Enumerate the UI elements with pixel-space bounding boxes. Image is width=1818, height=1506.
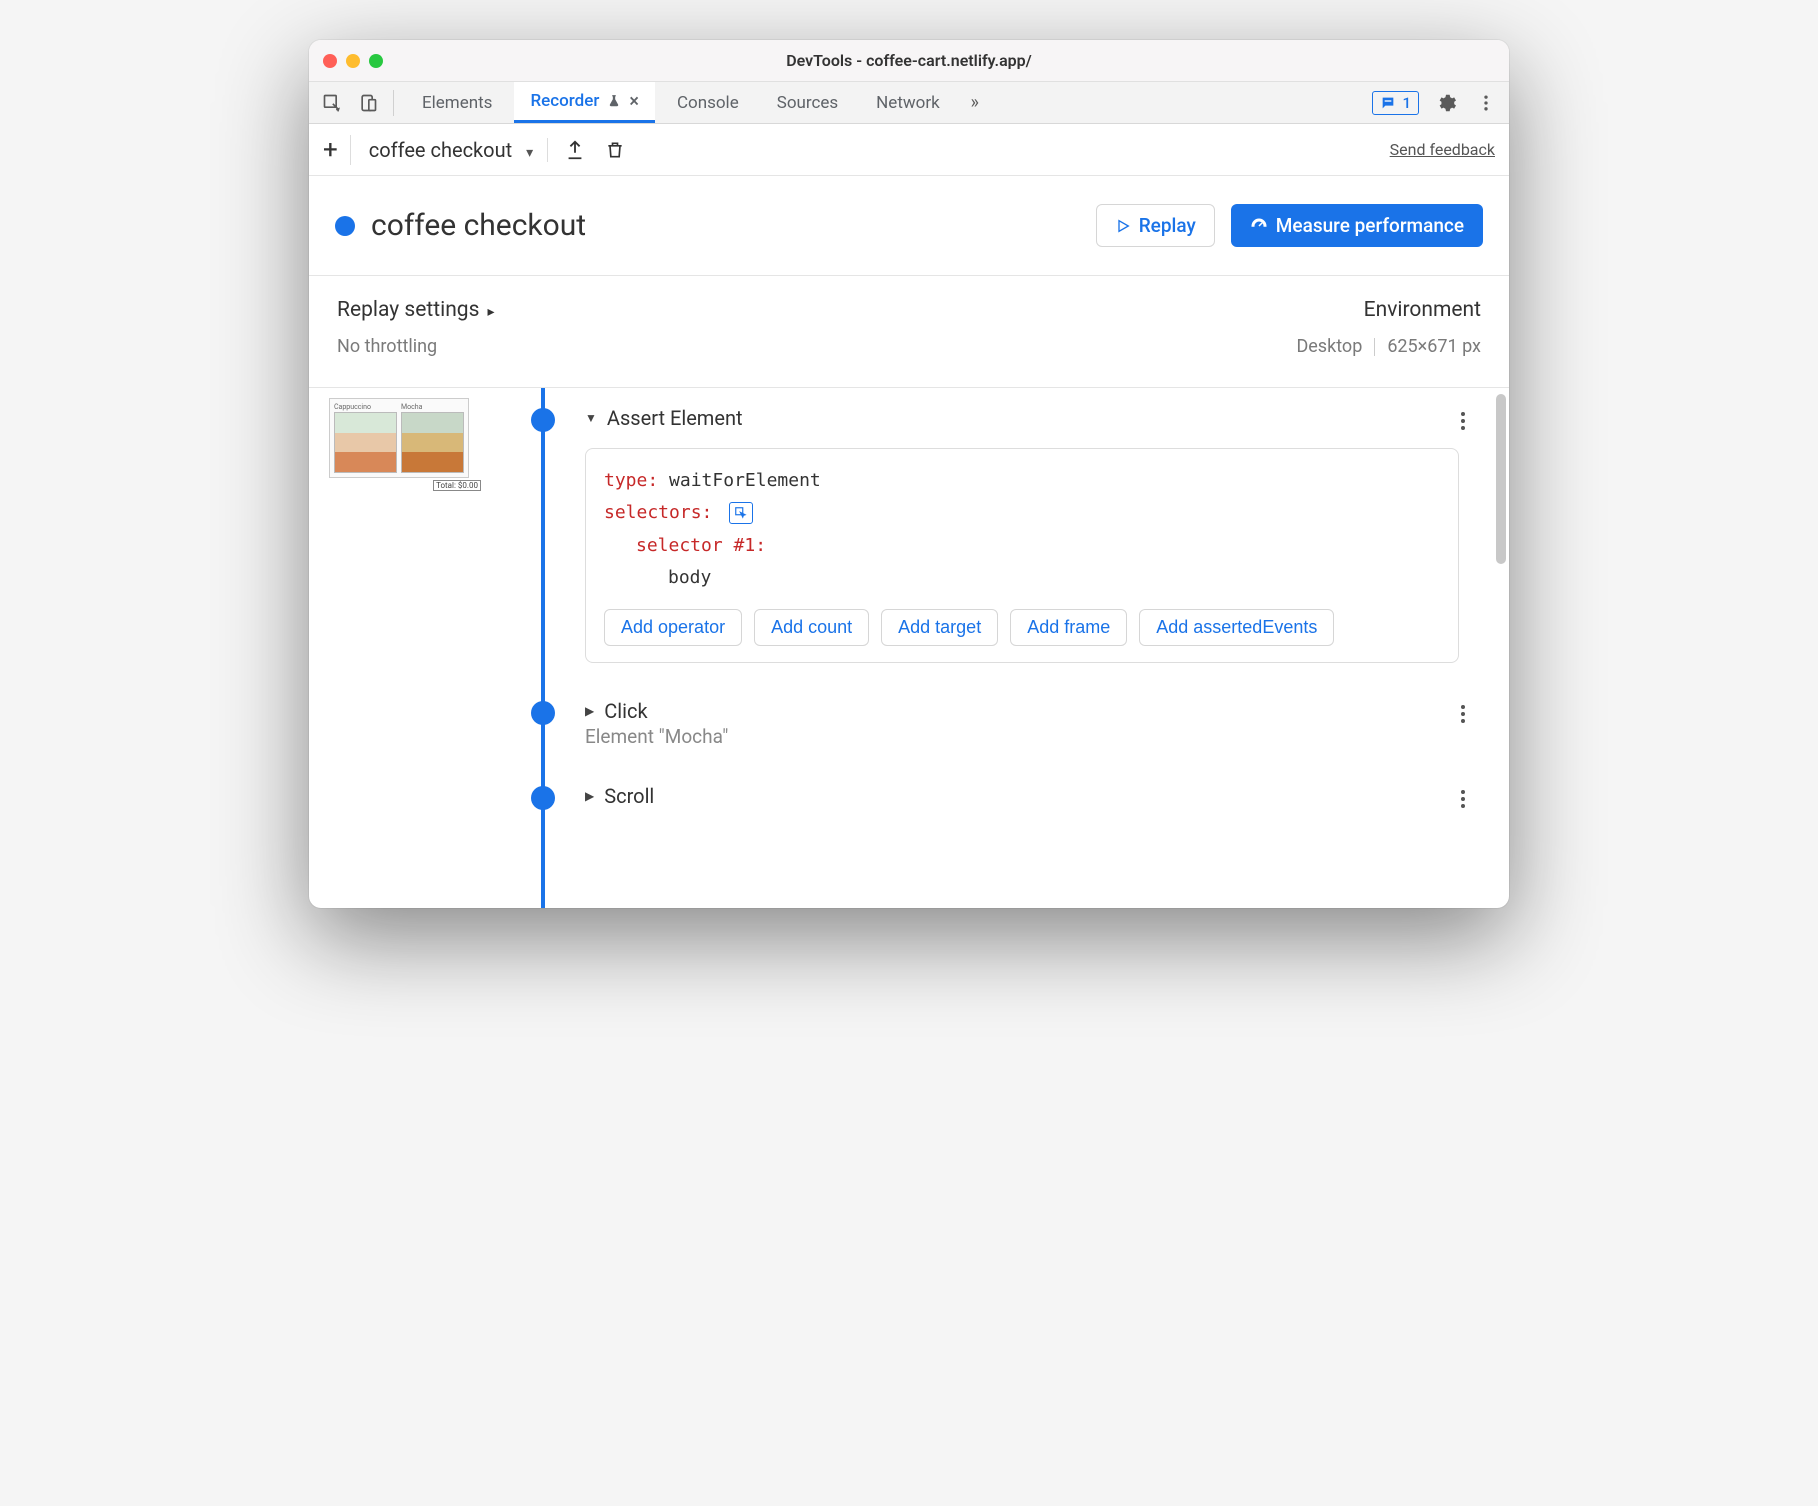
tab-recorder[interactable]: Recorder × [514, 82, 654, 123]
step-details-panel: type: waitForElement selectors: selector… [585, 448, 1459, 663]
step-more-menu[interactable] [1455, 699, 1471, 729]
step-click-subtitle: Element "Mocha" [585, 725, 1479, 748]
tab-network[interactable]: Network [860, 82, 956, 123]
thumbnail-column: Cappuccino Mocha Total: $0.00 [309, 388, 489, 908]
tab-console[interactable]: Console [661, 82, 755, 123]
recording-status-dot [335, 216, 355, 236]
add-asserted-events-button[interactable]: Add assertedEvents [1139, 609, 1334, 646]
triangle-down-icon: ▼ [585, 411, 597, 425]
inspect-element-icon[interactable] [319, 90, 345, 116]
devtools-tabbar: Elements Recorder × Console Sources Netw… [309, 82, 1509, 124]
maximize-window-button[interactable] [369, 54, 383, 68]
key-type: type [604, 470, 647, 491]
kebab-menu-icon[interactable] [1473, 90, 1499, 116]
thumbnail-total: Total: $0.00 [433, 480, 481, 491]
step-click: ▶ Click Element "Mocha" [489, 681, 1479, 766]
page-thumbnail[interactable]: Cappuccino Mocha [329, 398, 469, 478]
chevron-down-icon [526, 138, 533, 162]
recording-header: coffee checkout Replay Measure performan… [309, 176, 1509, 276]
recording-selector[interactable]: coffee checkout [369, 138, 548, 162]
add-frame-button[interactable]: Add frame [1010, 609, 1127, 646]
recorder-toolbar: + coffee checkout Send feedback [309, 124, 1509, 176]
recording-name: coffee checkout [369, 138, 512, 162]
step-more-menu[interactable] [1455, 406, 1471, 436]
step-more-menu[interactable] [1455, 784, 1471, 814]
add-target-button[interactable]: Add target [881, 609, 998, 646]
window-controls [323, 54, 383, 68]
throttling-value: No throttling [337, 336, 494, 357]
play-icon [1115, 218, 1131, 234]
delete-icon[interactable] [602, 137, 628, 163]
devtools-window: DevTools - coffee-cart.netlify.app/ Elem… [309, 40, 1509, 908]
step-header-click[interactable]: ▶ Click [585, 699, 1479, 723]
settings-row: Replay settings No throttling Environmen… [309, 276, 1509, 388]
key-selector1: selector #1 [636, 535, 755, 556]
timeline-node [531, 786, 555, 810]
more-tabs-icon[interactable]: » [962, 90, 988, 116]
chat-icon [1380, 95, 1396, 111]
step-assert-element: ▼ Assert Element type: waitForElement se… [489, 388, 1479, 681]
recording-title: coffee checkout [371, 208, 586, 243]
environment-heading: Environment [1296, 298, 1481, 322]
step-scroll: ▶ Scroll [489, 766, 1479, 808]
send-feedback-link[interactable]: Send feedback [1390, 140, 1495, 159]
titlebar: DevTools - coffee-cart.netlify.app/ [309, 40, 1509, 82]
issues-badge[interactable]: 1 [1372, 91, 1419, 115]
step-header-scroll[interactable]: ▶ Scroll [585, 784, 1479, 808]
device-toggle-icon[interactable] [355, 90, 381, 116]
flask-icon [607, 94, 621, 108]
environment-device: Desktop [1296, 336, 1362, 357]
add-count-button[interactable]: Add count [754, 609, 869, 646]
replay-settings-toggle[interactable]: Replay settings [337, 298, 494, 322]
export-icon[interactable] [562, 137, 588, 163]
step-header-assert[interactable]: ▼ Assert Element [585, 406, 1479, 430]
val-selector1: body [668, 567, 711, 588]
scrollbar[interactable] [1496, 394, 1506, 564]
timeline-node [531, 701, 555, 725]
element-picker-icon[interactable] [729, 502, 753, 524]
add-operator-button[interactable]: Add operator [604, 609, 742, 646]
settings-gear-icon[interactable] [1433, 90, 1459, 116]
caret-right-icon [487, 298, 494, 322]
gauge-icon [1250, 217, 1268, 235]
tab-elements[interactable]: Elements [406, 82, 508, 123]
tab-sources[interactable]: Sources [761, 82, 854, 123]
close-window-button[interactable] [323, 54, 337, 68]
new-recording-button[interactable]: + [323, 135, 351, 165]
triangle-right-icon: ▶ [585, 704, 594, 718]
environment-size: 625×671 px [1387, 336, 1481, 357]
minimize-window-button[interactable] [346, 54, 360, 68]
close-tab-icon[interactable]: × [629, 91, 639, 112]
timeline-column: ▼ Assert Element type: waitForElement se… [489, 388, 1509, 908]
key-selectors: selectors [604, 502, 702, 523]
timeline-node [531, 408, 555, 432]
measure-performance-button[interactable]: Measure performance [1231, 204, 1483, 247]
val-type: waitForElement [669, 470, 821, 491]
window-title: DevTools - coffee-cart.netlify.app/ [309, 51, 1509, 70]
replay-button[interactable]: Replay [1096, 204, 1215, 247]
triangle-right-icon: ▶ [585, 789, 594, 803]
recording-content: Cappuccino Mocha Total: $0.00 ▼ [309, 388, 1509, 908]
